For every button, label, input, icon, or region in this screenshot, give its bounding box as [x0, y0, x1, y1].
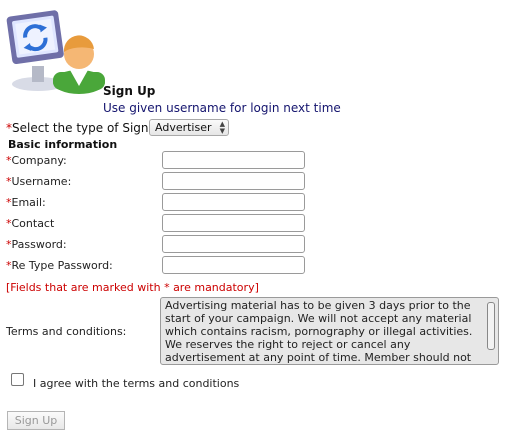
section-title: Basic information [8, 138, 118, 151]
terms-scrollbar[interactable] [487, 302, 495, 350]
terms-textarea[interactable]: Advertising material has to be given 3 d… [160, 297, 499, 365]
contact-label: *Contact [6, 217, 55, 230]
agree-checkbox[interactable] [11, 373, 24, 386]
company-label: *Company: [6, 154, 67, 167]
password-field[interactable] [162, 235, 305, 253]
signup-type-label: Select the type of Signup: [12, 121, 168, 135]
contact-field[interactable] [162, 214, 305, 232]
mandatory-note: [Fields that are marked with * are manda… [6, 281, 259, 294]
page-subtitle: Use given username for login next time [103, 101, 341, 115]
select-arrows-icon: ▲ ▼ [219, 120, 225, 135]
retype-password-field[interactable] [162, 256, 305, 274]
password-label: *Password: [6, 238, 67, 251]
retype-password-label: *Re Type Password: [6, 259, 113, 272]
terms-text: Advertising material has to be given 3 d… [165, 299, 473, 364]
company-field[interactable] [162, 151, 305, 169]
signup-button[interactable]: Sign Up [7, 411, 65, 430]
email-label: *Email: [6, 196, 46, 209]
agree-label: I agree with the terms and conditions [33, 377, 240, 390]
email-field[interactable] [162, 193, 305, 211]
signup-type-select[interactable]: Advertiser ▲ ▼ [149, 119, 229, 136]
page-title: Sign Up [103, 84, 156, 98]
user-signup-icon [6, 10, 105, 94]
signup-type-value: Advertiser [155, 121, 212, 134]
username-label: *Username: [6, 175, 72, 188]
signup-type-row: * Select the type of Signup: [6, 121, 168, 135]
username-field[interactable] [162, 172, 305, 190]
terms-label: Terms and conditions: [6, 325, 127, 338]
